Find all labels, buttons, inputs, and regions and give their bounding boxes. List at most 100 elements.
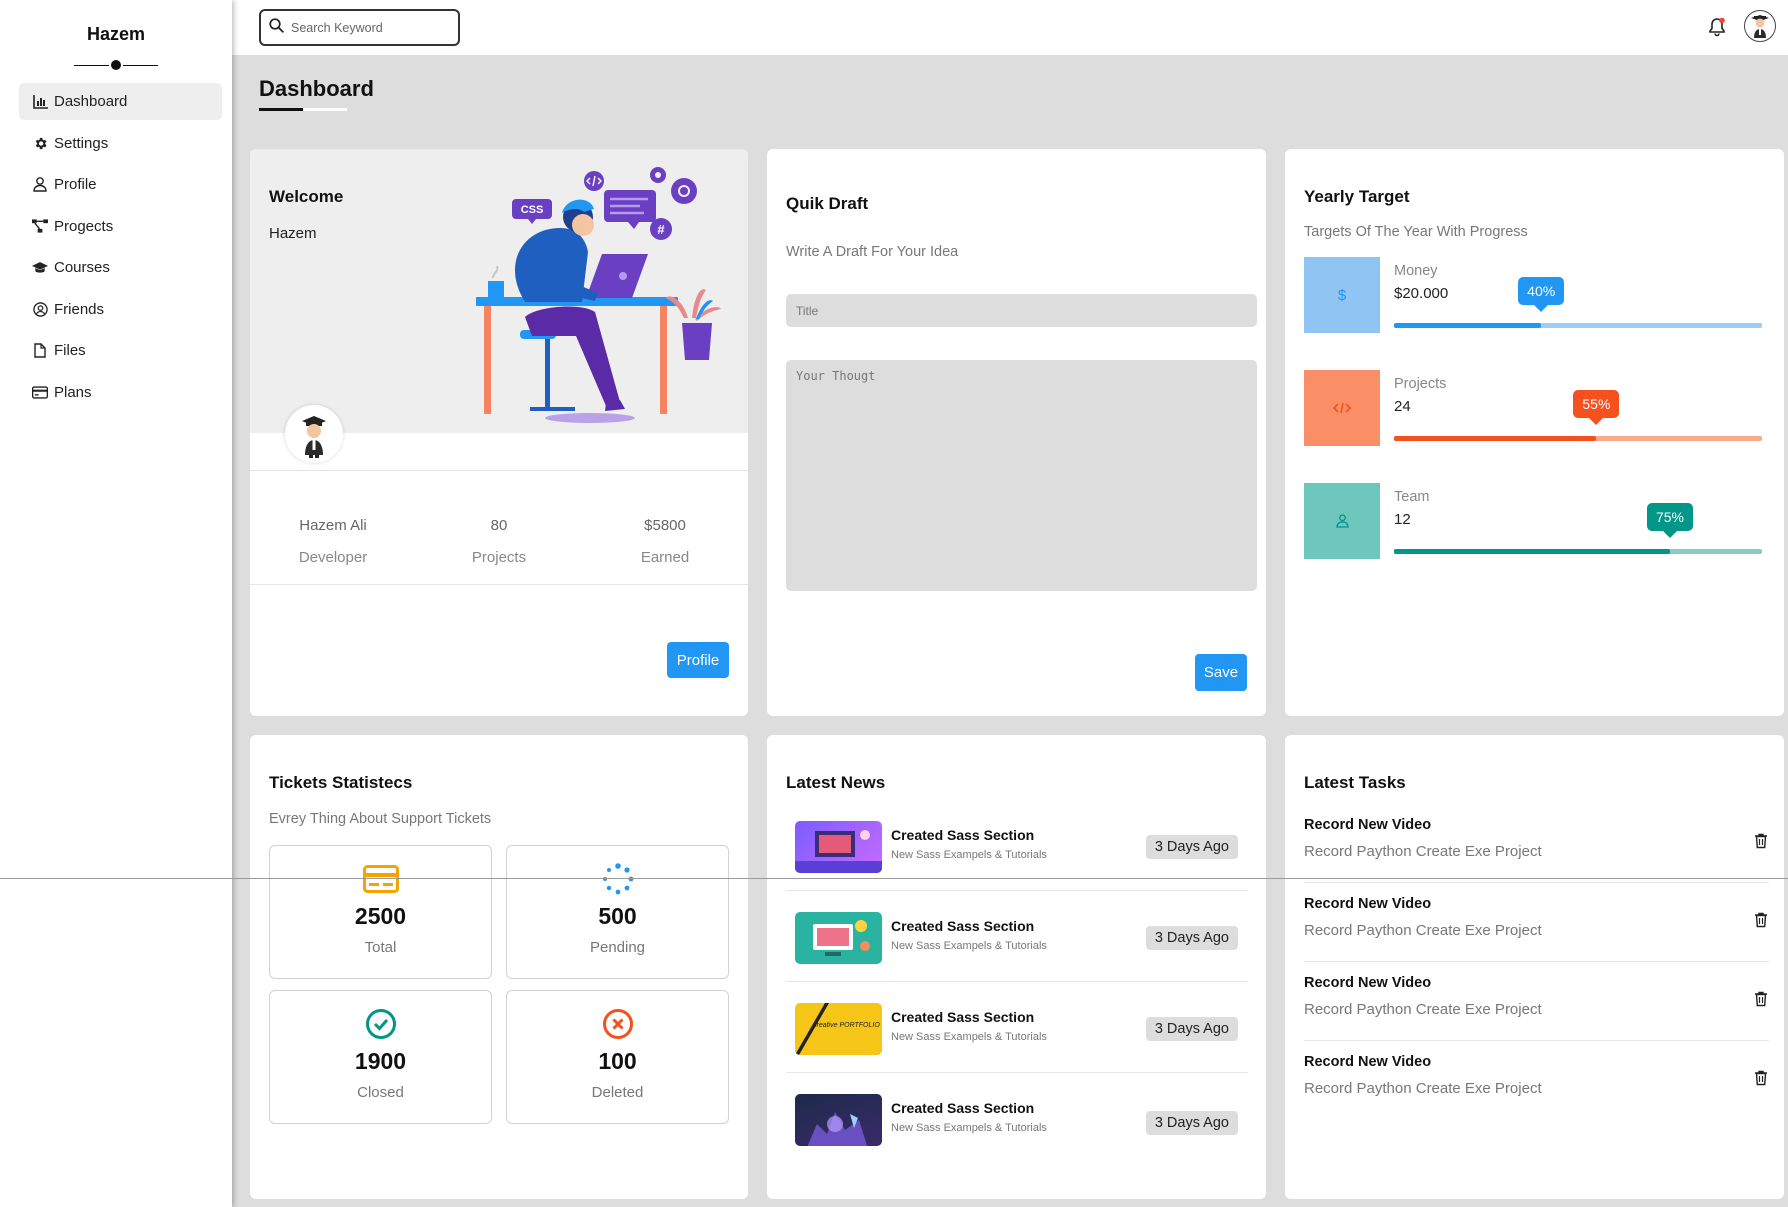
save-button[interactable]: Save <box>1195 654 1247 691</box>
ticket-value: 100 <box>598 1048 637 1074</box>
progress-track <box>1394 436 1762 441</box>
tasks-heading: Latest Tasks <box>1304 773 1406 792</box>
progress-percent: 55% <box>1582 396 1611 412</box>
latest-tasks-card: Latest Tasks Record New Video Record Pay… <box>1285 735 1784 1199</box>
sidebar-item-label: Settings <box>54 134 109 152</box>
welcome-stats: Hazem Ali Developer 80 Projects $5800 Ea… <box>250 517 748 566</box>
ticket-label: Closed <box>357 1084 404 1101</box>
yearly-heading: Yearly Target <box>1304 187 1410 206</box>
sidebar-item-label: Profile <box>54 176 97 193</box>
ticket-label: Deleted <box>591 1084 644 1101</box>
ticket-value: 500 <box>598 903 637 929</box>
task-subtitle: Record Paython Create Exe Project <box>1304 843 1542 860</box>
welcome-heading: Welcome <box>269 187 344 206</box>
trash-icon[interactable] <box>1754 991 1768 1007</box>
news-item[interactable]: creative PORTFOLIO Created Sass Section … <box>786 1003 1248 1073</box>
css-badge-label: CSS <box>521 204 544 216</box>
news-time: 3 Days Ago <box>1145 835 1238 859</box>
divider <box>786 890 1248 891</box>
task-item: Record New Video Record Paython Create E… <box>1304 975 1769 1041</box>
task-item: Record New Video Record Paython Create E… <box>1304 896 1769 962</box>
search-input[interactable] <box>291 20 451 35</box>
welcome-name: Hazem <box>269 225 317 242</box>
trash-icon[interactable] <box>1754 912 1768 928</box>
sidebar-item-label: Dashboard <box>54 93 128 110</box>
news-item[interactable]: Created Sass Section New Sass Exampels &… <box>786 1094 1248 1164</box>
progress-track <box>1394 323 1762 328</box>
target-value: 24 <box>1394 398 1411 415</box>
news-title: Created Sass Section <box>891 1009 1035 1025</box>
task-subtitle: Record Paython Create Exe Project <box>1304 922 1542 939</box>
news-subtitle: New Sass Exampels & Tutorials <box>891 940 1047 952</box>
yearly-subtitle: Targets Of The Year With Progress <box>1304 224 1528 240</box>
sidebar-item-dashboard[interactable]: Dashboard <box>19 83 222 120</box>
news-heading: Latest News <box>786 773 886 792</box>
stat-projects: 80 Projects <box>416 517 582 566</box>
sidebar-item-settings[interactable]: Settings <box>19 125 222 162</box>
news-subtitle: New Sass Exampels & Tutorials <box>891 1031 1047 1043</box>
news-item[interactable]: Created Sass Section New Sass Exampels &… <box>786 821 1248 891</box>
latest-news-card: Latest News Created Sass Section New Sas… <box>767 735 1266 1199</box>
sidebar-item-courses[interactable]: Courses <box>19 249 222 286</box>
code-icon <box>1304 370 1380 446</box>
divider <box>250 584 748 585</box>
user-avatar[interactable] <box>1744 10 1776 42</box>
news-title: Created Sass Section <box>891 918 1035 934</box>
sidebar-item-plans[interactable]: Plans <box>19 374 222 411</box>
bell-icon[interactable] <box>1708 17 1726 37</box>
stat-label: Developer <box>298 549 368 566</box>
target-value: $20.000 <box>1394 285 1449 302</box>
progress-fill <box>1394 323 1542 328</box>
divider <box>786 981 1248 982</box>
x-circle-icon <box>507 1009 728 1039</box>
stat-label: Earned <box>640 549 690 566</box>
stat-name: Hazem Ali Developer <box>250 517 416 566</box>
ticket-value: 1900 <box>354 1048 407 1074</box>
sidebar-item-label: Progects <box>54 217 114 235</box>
ticket-closed: 1900 Closed <box>269 990 492 1124</box>
sidebar-item-files[interactable]: Files <box>19 332 222 369</box>
welcome-avatar <box>285 405 343 463</box>
user-icon <box>32 177 48 193</box>
progress-fill <box>1394 549 1670 554</box>
brand-divider <box>74 58 158 72</box>
news-subtitle: New Sass Exampels & Tutorials <box>891 849 1047 861</box>
spinner-icon <box>507 863 728 895</box>
progress-track <box>1394 549 1762 554</box>
news-item[interactable]: Created Sass Section New Sass Exampels &… <box>786 912 1248 982</box>
sidebar-item-progects[interactable]: Progects <box>19 208 222 245</box>
stat-value: 80 <box>490 517 508 534</box>
search-box[interactable] <box>259 9 460 46</box>
ticket-total: 2500 Total <box>269 845 492 979</box>
sidebar-item-label: Plans <box>54 383 92 401</box>
credit-card-icon <box>270 864 491 894</box>
news-thumbnail: creative PORTFOLIO <box>795 1003 882 1055</box>
dollar-icon: $ <box>1304 257 1380 333</box>
stat-value: $5800 <box>644 517 686 534</box>
trash-icon[interactable] <box>1754 1070 1768 1086</box>
check-circle-icon <box>270 1009 491 1039</box>
page-title: Dashboard <box>259 76 374 101</box>
sidebar-item-profile[interactable]: Profile <box>19 166 222 203</box>
news-title: Created Sass Section <box>891 827 1035 843</box>
task-title: Record New Video <box>1304 896 1432 912</box>
task-subtitle: Record Paython Create Exe Project <box>1304 1080 1542 1097</box>
profile-button[interactable]: Profile <box>667 642 729 678</box>
draft-body-textarea[interactable] <box>786 360 1257 591</box>
hash-badge-label: # <box>657 222 665 237</box>
ticket-label: Total <box>364 939 397 956</box>
graduation-cap-icon <box>32 260 48 276</box>
sidebar-item-friends[interactable]: Friends <box>19 291 222 328</box>
quick-draft-card: Quik Draft Write A Draft For Your Idea S… <box>767 149 1266 716</box>
task-title: Record New Video <box>1304 975 1432 991</box>
divider <box>786 1072 1248 1073</box>
progress-bubble: 55% <box>1573 390 1620 425</box>
trash-icon[interactable] <box>1754 833 1768 849</box>
progress-bubble: 75% <box>1647 503 1693 538</box>
news-subtitle: New Sass Exampels & Tutorials <box>891 1122 1047 1134</box>
target-label: Projects <box>1394 376 1447 392</box>
title-underline <box>259 108 347 111</box>
target-value: 12 <box>1394 511 1411 528</box>
draft-title-input[interactable] <box>786 294 1257 327</box>
task-title: Record New Video <box>1304 1054 1432 1070</box>
